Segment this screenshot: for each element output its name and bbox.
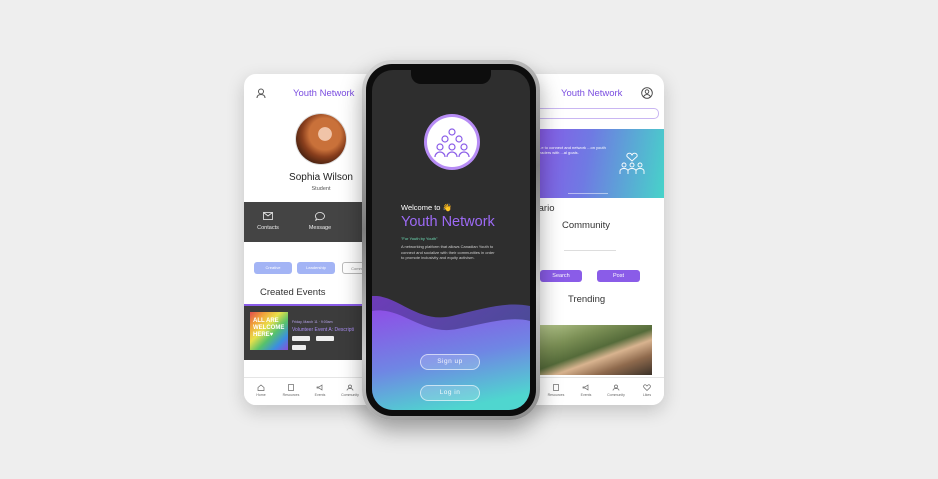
nav-community[interactable]: Community	[604, 384, 628, 397]
phone-bezel: Welcome to 👋 Youth Network "For Youth by…	[366, 64, 536, 416]
app-title: Youth Network	[401, 214, 495, 230]
search-button[interactable]: Search	[540, 270, 582, 282]
community-heading: Community	[562, 220, 611, 231]
profile-screen: Youth Network Sophia Wilson Student Cont…	[244, 74, 380, 405]
hero-banner: ...e to connect and network ...on youth …	[524, 129, 664, 198]
event-button-2[interactable]	[316, 336, 334, 341]
home-icon	[257, 384, 265, 391]
nav-resources-label: Resources	[547, 393, 565, 397]
event-image-text: ALL ARE WELCOME HERE♥	[253, 318, 285, 338]
megaphone-icon	[582, 384, 589, 391]
event-button-3[interactable]	[292, 345, 306, 350]
profile-role: Student	[311, 186, 331, 192]
community-icon	[612, 384, 620, 391]
nav-community-label: Community	[607, 393, 625, 397]
nav-resources[interactable]: Resources	[544, 384, 568, 397]
app-brand: Youth Network	[561, 88, 623, 99]
bottom-nav: Home Resources Events Community	[244, 377, 380, 405]
trending-photo[interactable]	[534, 325, 652, 375]
book-icon	[288, 384, 294, 391]
event-card[interactable]: ALL ARE WELCOME HERE♥ Friday, March 11 ·…	[244, 304, 380, 360]
chip-creative[interactable]: Creative	[254, 262, 292, 274]
nav-home[interactable]: Home	[249, 384, 273, 397]
post-button[interactable]: Post	[597, 270, 640, 282]
bottom-nav: Resources Events Community Likes	[524, 377, 664, 405]
nav-events-label: Events	[580, 393, 592, 397]
nav-resources[interactable]: Resources	[279, 384, 303, 397]
login-button[interactable]: Log in	[420, 385, 480, 401]
mail-gear-icon	[262, 212, 273, 220]
contacts-action[interactable]: Contacts	[248, 212, 288, 231]
nav-events[interactable]: Events	[308, 384, 332, 397]
community-icon	[346, 384, 354, 391]
tagline: "For Youth by Youth"	[401, 236, 438, 241]
trending-heading: Trending	[568, 294, 606, 305]
welcome-screen: Welcome to 👋 Youth Network "For Youth by…	[372, 70, 530, 410]
profile-action-bar: Contacts Message C	[244, 202, 380, 242]
banner-text: ...e to connect and network ...on youth …	[538, 145, 606, 155]
created-events-heading: Created Events	[260, 287, 326, 298]
avatar	[296, 114, 346, 164]
chat-bubble-icon	[315, 212, 325, 221]
search-input[interactable]	[534, 108, 659, 119]
nav-home-label: Home	[256, 393, 266, 397]
chip-leadership[interactable]: Leadership	[297, 262, 335, 274]
welcome-text: Welcome to 👋	[401, 203, 452, 212]
event-button-1[interactable]	[292, 336, 310, 341]
divider	[564, 250, 616, 251]
event-date: Friday, March 11 · 9:00am	[292, 320, 333, 324]
nav-community[interactable]: Community	[338, 384, 362, 397]
nav-likes[interactable]: Likes	[635, 384, 659, 397]
message-label: Message	[308, 225, 332, 231]
heart-icon	[643, 384, 651, 391]
signup-button[interactable]: Sign up	[420, 354, 480, 370]
nav-likes-label: Likes	[642, 393, 652, 397]
user-icon[interactable]	[641, 87, 653, 99]
megaphone-icon	[316, 384, 323, 391]
event-image: ALL ARE WELCOME HERE♥	[250, 312, 288, 350]
community-screen: Youth Network ...e to connect and networ…	[524, 74, 664, 405]
app-description: A networking platform that allows Canadi…	[401, 244, 495, 260]
app-brand: Youth Network	[293, 88, 355, 99]
message-action[interactable]: Message	[300, 212, 340, 231]
community-logo-icon	[434, 128, 470, 158]
carousel-indicator[interactable]	[568, 193, 608, 194]
user-location-icon[interactable]	[255, 87, 267, 99]
nav-resources-label: Resources	[282, 393, 300, 397]
app-logo	[427, 117, 477, 167]
contacts-label: Contacts	[257, 225, 279, 231]
nav-community-label: Community	[341, 393, 359, 397]
profile-name: Sophia Wilson	[289, 172, 353, 183]
community-heart-icon	[619, 152, 645, 174]
phone-notch	[411, 70, 491, 84]
nav-events[interactable]: Events	[574, 384, 598, 397]
event-title: Volunteer Event A: Descripti	[292, 327, 354, 333]
book-icon	[553, 384, 559, 391]
nav-events-label: Events	[314, 393, 326, 397]
phone-mockup: Welcome to 👋 Youth Network "For Youth by…	[362, 60, 540, 420]
